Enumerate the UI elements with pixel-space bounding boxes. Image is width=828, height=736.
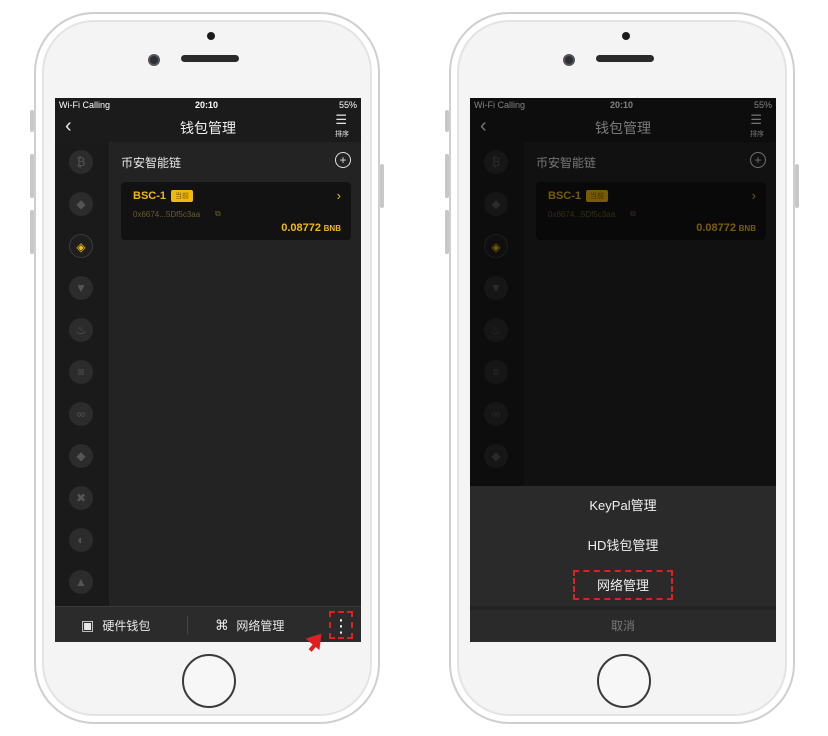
wallet-address: 0x6674...5Df5c3aa — [133, 210, 201, 219]
action-sheet: KeyPal管理 HD钱包管理 网络管理 取消 — [470, 486, 776, 642]
front-camera — [148, 54, 160, 66]
heco-icon[interactable]: ♨ — [69, 318, 93, 342]
bnb-icon[interactable]: ◈ — [69, 234, 93, 258]
speaker-grille — [181, 55, 239, 62]
sort-label[interactable]: 排序 — [335, 129, 349, 139]
wallet-card[interactable]: BSC-1 当前 › 0x6674...5Df5c3aa ⧉ 0.08772 B… — [121, 182, 351, 240]
nav-bar: ‹ 钱包管理 ☰ 排序 — [55, 112, 361, 142]
network-manage-option[interactable]: 网络管理 — [470, 566, 776, 606]
wallet-balance: 0.08772 — [281, 222, 321, 234]
hardware-wallet-label: 硬件钱包 — [102, 619, 151, 633]
phone-left: Wi-Fi Calling 20:10 55% ‹ 钱包管理 ☰ 排序 ₿ ◆ … — [30, 12, 384, 724]
network-icon: ⌘ — [215, 617, 229, 633]
speaker-grille — [596, 55, 654, 62]
balance-unit: BNB — [323, 224, 341, 233]
keypal-manage-option[interactable]: KeyPal管理 — [470, 486, 776, 526]
hardware-wallet-icon: ▣ — [81, 617, 95, 633]
volume-down-button — [445, 210, 449, 254]
camera-dot — [207, 32, 215, 40]
volume-up-button — [445, 154, 449, 198]
tron-icon[interactable]: ▼ — [69, 276, 93, 300]
okex-icon[interactable]: ✖ — [69, 486, 93, 510]
battery-level: 55% — [338, 100, 357, 110]
bitcoin-icon[interactable]: ₿ — [69, 150, 93, 174]
mute-switch — [30, 110, 34, 132]
fantom-icon[interactable]: ◐ — [69, 528, 93, 552]
network-manage-option-label: 网络管理 — [572, 570, 673, 600]
mute-switch — [445, 110, 449, 132]
chain-sidebar: ₿ ◆ ◈ ▼ ♨ ≡ ∞ ◆ ✖ ◐ ▲ — [55, 142, 109, 606]
front-camera — [563, 54, 575, 66]
current-badge: 当前 — [171, 190, 193, 202]
status-bar: Wi-Fi Calling 20:10 55% — [55, 98, 361, 112]
carrier-label: Wi-Fi Calling — [59, 100, 111, 110]
page-title: 钱包管理 — [180, 120, 236, 136]
add-wallet-icon[interactable]: + — [335, 152, 351, 168]
clock: 20:10 — [195, 100, 219, 110]
solana-icon[interactable]: ≡ — [69, 360, 93, 384]
ethereum-classic-icon[interactable]: ◆ — [69, 444, 93, 468]
volume-up-button — [30, 154, 34, 198]
more-menu-icon[interactable]: ⋮ — [329, 611, 353, 639]
network-manage-button[interactable]: ⌘ 网络管理 — [215, 607, 284, 642]
camera-dot — [622, 32, 630, 40]
network-manage-label: 网络管理 — [236, 619, 285, 633]
phone-right: Wi-Fi Calling 20:10 55% ‹ 钱包管理 ☰ 排序 ₿ ◆ … — [445, 12, 799, 724]
wallet-name: BSC-1 — [133, 190, 167, 202]
screen-left: Wi-Fi Calling 20:10 55% ‹ 钱包管理 ☰ 排序 ₿ ◆ … — [55, 98, 361, 642]
home-button[interactable] — [182, 654, 236, 708]
volume-down-button — [30, 210, 34, 254]
ethereum-icon[interactable]: ◆ — [69, 192, 93, 216]
power-button — [795, 164, 799, 208]
home-button[interactable] — [597, 654, 651, 708]
bottom-divider — [187, 616, 188, 634]
screen-right: Wi-Fi Calling 20:10 55% ‹ 钱包管理 ☰ 排序 ₿ ◆ … — [470, 98, 776, 642]
hd-wallet-manage-option[interactable]: HD钱包管理 — [470, 526, 776, 566]
copy-icon[interactable]: ⧉ — [215, 209, 221, 219]
polygon-icon[interactable]: ∞ — [69, 402, 93, 426]
cancel-button[interactable]: 取消 — [470, 610, 776, 642]
avalanche-icon[interactable]: ▲ — [69, 570, 93, 594]
hardware-wallet-button[interactable]: ▣ 硬件钱包 — [81, 607, 150, 642]
chevron-right-icon[interactable]: › — [337, 188, 341, 203]
section-title: 币安智能链 — [121, 156, 182, 170]
power-button — [380, 164, 384, 208]
sort-icon[interactable]: ☰ — [335, 113, 347, 126]
